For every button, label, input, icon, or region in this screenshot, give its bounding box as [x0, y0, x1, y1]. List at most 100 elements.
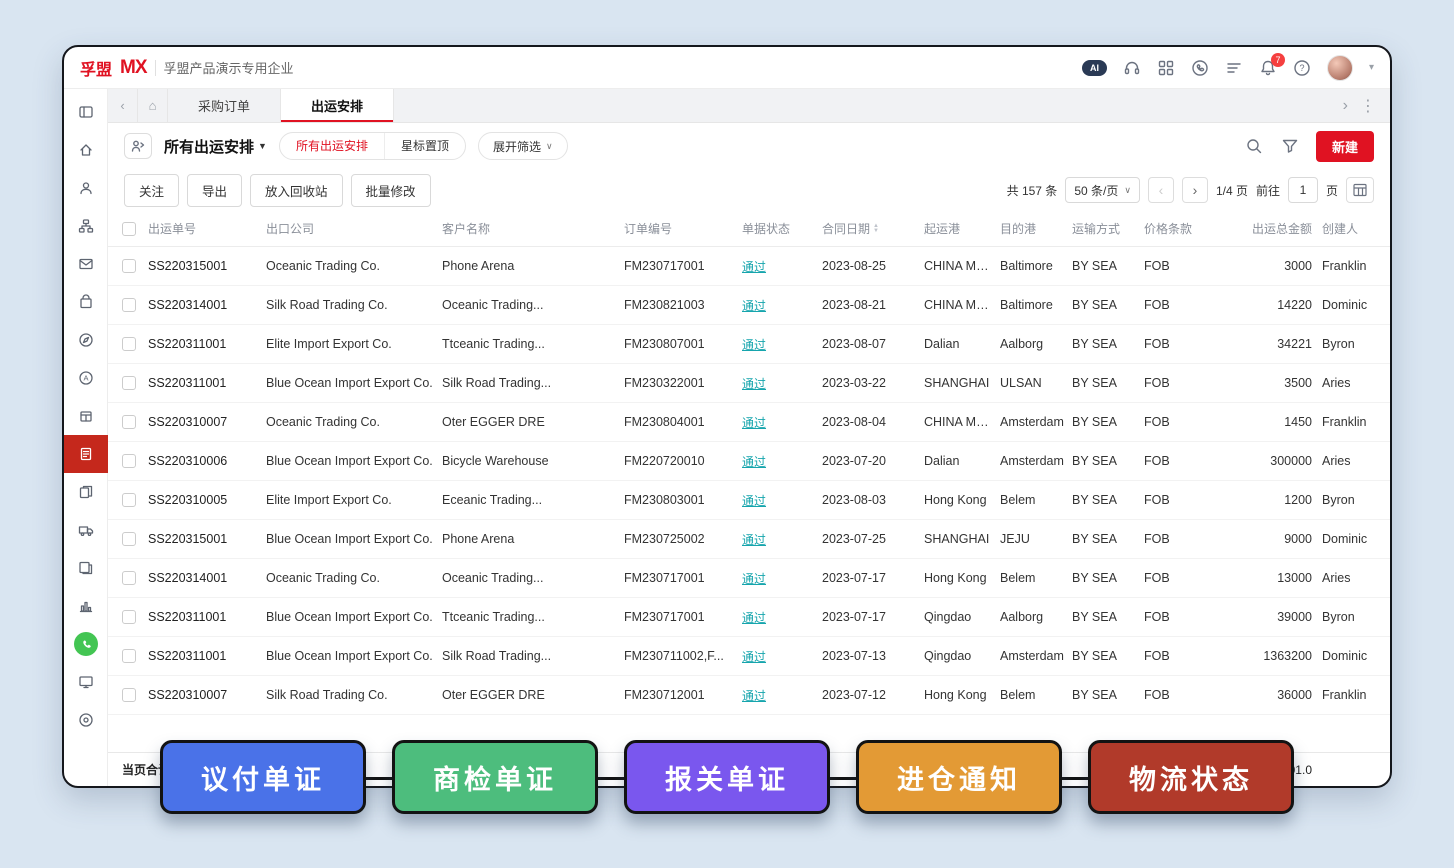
filter-funnel-icon[interactable]	[1280, 136, 1300, 156]
mail-icon[interactable]	[64, 245, 108, 283]
row-checkbox[interactable]	[122, 688, 136, 702]
ai-assistant-button[interactable]: AI	[1082, 60, 1107, 76]
customs-docs-button[interactable]: 报关单证	[624, 740, 830, 814]
contacts-icon[interactable]	[64, 169, 108, 207]
export-button[interactable]: 导出	[187, 174, 242, 207]
status-link[interactable]: 通过	[742, 299, 766, 313]
table-row[interactable]: SS220314001 Silk Road Trading Co. Oceani…	[108, 286, 1390, 325]
product-box-icon[interactable]	[64, 397, 108, 435]
col-order-no[interactable]: 订单编号	[624, 220, 742, 237]
row-checkbox[interactable]	[122, 454, 136, 468]
logistics-status-button[interactable]: 物流状态	[1088, 740, 1294, 814]
avatar-chevron-down-icon[interactable]: ▾	[1369, 62, 1374, 73]
tab-back-chevron-icon[interactable]: ‹	[108, 89, 138, 122]
status-link[interactable]: 通过	[742, 377, 766, 391]
select-all-checkbox[interactable]	[122, 222, 136, 236]
column-settings-icon[interactable]	[1346, 177, 1374, 203]
notifications-bell-icon[interactable]: 7	[1259, 59, 1277, 77]
segment-starred-top[interactable]: 星标置顶	[384, 133, 465, 159]
prev-page-button[interactable]: ‹	[1148, 177, 1174, 203]
status-link[interactable]: 通过	[742, 689, 766, 703]
col-creator[interactable]: 创建人	[1322, 220, 1390, 237]
col-customer[interactable]: 客户名称	[442, 220, 624, 237]
cards-icon[interactable]	[64, 549, 108, 587]
table-row[interactable]: SS220310007 Oceanic Trading Co. Oter EGG…	[108, 403, 1390, 442]
view-switcher-icon[interactable]	[124, 133, 152, 159]
target-icon[interactable]	[64, 701, 108, 739]
status-link[interactable]: 通过	[742, 494, 766, 508]
segment-all-shipments[interactable]: 所有出运安排	[280, 133, 384, 159]
table-row[interactable]: SS220310007 Silk Road Trading Co. Oter E…	[108, 676, 1390, 715]
row-checkbox[interactable]	[122, 532, 136, 546]
warehouse-notice-button[interactable]: 进仓通知	[856, 740, 1062, 814]
next-page-button[interactable]: ›	[1182, 177, 1208, 203]
tab-purchase-orders[interactable]: 采购订单	[168, 89, 281, 122]
status-link[interactable]: 通过	[742, 260, 766, 274]
inspection-docs-button[interactable]: 商检单证	[392, 740, 598, 814]
row-checkbox[interactable]	[122, 571, 136, 585]
whatsapp-icon[interactable]	[64, 625, 108, 663]
goto-page-input[interactable]	[1288, 177, 1318, 203]
page-size-select[interactable]: 50 条/页 ∨	[1065, 177, 1140, 203]
orders-bag-icon[interactable]	[64, 283, 108, 321]
col-shipment-no[interactable]: 出运单号	[148, 220, 266, 237]
tab-forward-chevron-icon[interactable]: ›	[1339, 97, 1352, 115]
expand-filter-button[interactable]: 展开筛选 ∨	[478, 132, 568, 160]
headset-support-icon[interactable]	[1123, 59, 1141, 77]
report-chart-icon[interactable]	[64, 587, 108, 625]
apps-grid-icon[interactable]	[1157, 59, 1175, 77]
tab-shipping-arrangement[interactable]: 出运安排	[281, 89, 394, 122]
col-departure-port[interactable]: 起运港	[924, 220, 1000, 237]
shipping-doc-icon[interactable]	[64, 435, 108, 473]
org-icon[interactable]	[64, 207, 108, 245]
sort-arrows-icon[interactable]: ▲▼	[873, 224, 879, 234]
sidebar-toggle-icon[interactable]	[64, 93, 108, 131]
documents-icon[interactable]	[64, 473, 108, 511]
help-question-icon[interactable]: ?	[1293, 59, 1311, 77]
status-link[interactable]: 通过	[742, 533, 766, 547]
row-checkbox[interactable]	[122, 337, 136, 351]
status-link[interactable]: 通过	[742, 338, 766, 352]
home-icon[interactable]	[64, 131, 108, 169]
row-checkbox[interactable]	[122, 649, 136, 663]
table-row[interactable]: SS220311001 Blue Ocean Import Export Co.…	[108, 364, 1390, 403]
table-row[interactable]: SS220310005 Elite Import Export Co. Ecea…	[108, 481, 1390, 520]
status-link[interactable]: 通过	[742, 650, 766, 664]
status-link[interactable]: 通过	[742, 416, 766, 430]
col-contract-date[interactable]: 合同日期 ▲▼	[822, 220, 924, 237]
row-checkbox[interactable]	[122, 298, 136, 312]
compass-icon[interactable]	[64, 321, 108, 359]
col-status[interactable]: 单据状态	[742, 220, 822, 237]
tab-home-icon[interactable]: ⌂	[138, 89, 168, 122]
search-icon[interactable]	[1244, 136, 1264, 156]
status-link[interactable]: 通过	[742, 455, 766, 469]
table-row[interactable]: SS220315001 Oceanic Trading Co. Phone Ar…	[108, 247, 1390, 286]
view-title-dropdown[interactable]: 所有出运安排 ▼	[164, 136, 267, 157]
col-total-amount[interactable]: 出运总金额	[1210, 220, 1322, 237]
truck-icon[interactable]	[64, 511, 108, 549]
task-list-icon[interactable]	[1225, 59, 1243, 77]
row-checkbox[interactable]	[122, 415, 136, 429]
recycle-bin-button[interactable]: 放入回收站	[250, 174, 343, 207]
table-row[interactable]: SS220311001 Elite Import Export Co. Ttce…	[108, 325, 1390, 364]
col-exporter[interactable]: 出口公司	[266, 220, 442, 237]
monitor-icon[interactable]	[64, 663, 108, 701]
tab-more-icon[interactable]: ⋮	[1356, 96, 1380, 116]
row-checkbox[interactable]	[122, 376, 136, 390]
row-checkbox[interactable]	[122, 259, 136, 273]
new-button[interactable]: 新建	[1316, 131, 1374, 162]
user-avatar[interactable]	[1327, 55, 1353, 81]
follow-button[interactable]: 关注	[124, 174, 179, 207]
table-row[interactable]: SS220310006 Blue Ocean Import Export Co.…	[108, 442, 1390, 481]
table-row[interactable]: SS220311001 Blue Ocean Import Export Co.…	[108, 598, 1390, 637]
circle-a-icon[interactable]: A	[64, 359, 108, 397]
phone-circle-icon[interactable]	[1191, 59, 1209, 77]
table-row[interactable]: SS220311001 Blue Ocean Import Export Co.…	[108, 637, 1390, 676]
row-checkbox[interactable]	[122, 610, 136, 624]
table-row[interactable]: SS220315001 Blue Ocean Import Export Co.…	[108, 520, 1390, 559]
col-price-terms[interactable]: 价格条款	[1144, 220, 1210, 237]
status-link[interactable]: 通过	[742, 572, 766, 586]
row-checkbox[interactable]	[122, 493, 136, 507]
table-row[interactable]: SS220314001 Oceanic Trading Co. Oceanic …	[108, 559, 1390, 598]
col-transport-mode[interactable]: 运输方式	[1072, 220, 1144, 237]
